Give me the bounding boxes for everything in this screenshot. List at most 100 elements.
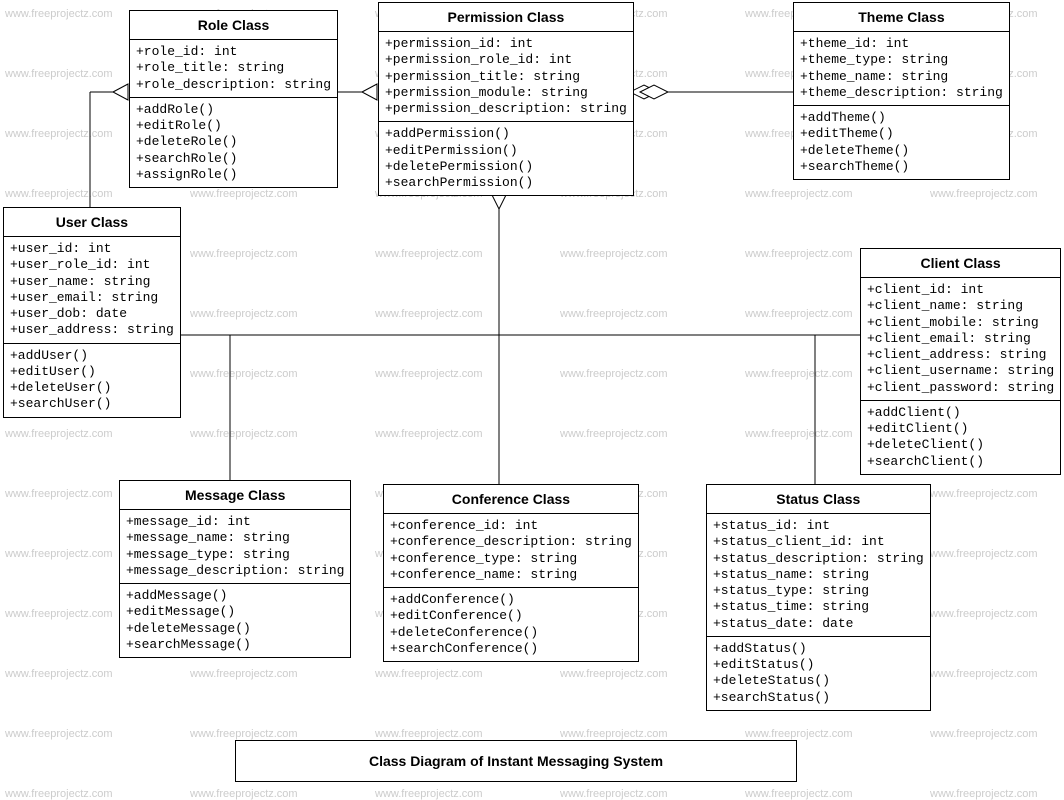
class-line: +message_name: string bbox=[126, 530, 344, 546]
watermark: www.freeprojectz.com bbox=[745, 188, 853, 200]
class-attrs: +role_id: int+role_title: string+role_de… bbox=[130, 40, 337, 98]
class-line: +status_client_id: int bbox=[713, 534, 924, 550]
watermark: www.freeprojectz.com bbox=[5, 128, 113, 140]
watermark: www.freeprojectz.com bbox=[745, 248, 853, 260]
class-conference: Conference Class +conference_id: int+con… bbox=[383, 484, 639, 662]
class-line: +client_address: string bbox=[867, 347, 1054, 363]
class-ops: +addTheme()+editTheme()+deleteTheme()+se… bbox=[794, 106, 1009, 179]
watermark: www.freeprojectz.com bbox=[745, 308, 853, 320]
class-line: +message_type: string bbox=[126, 547, 344, 563]
class-line: +searchMessage() bbox=[126, 637, 344, 653]
watermark: www.freeprojectz.com bbox=[190, 668, 298, 680]
class-attrs: +permission_id: int+permission_role_id: … bbox=[379, 32, 633, 122]
watermark: www.freeprojectz.com bbox=[375, 728, 483, 740]
class-attrs: +user_id: int+user_role_id: int+user_nam… bbox=[4, 237, 180, 344]
class-line: +deleteClient() bbox=[867, 437, 1054, 453]
class-ops: +addConference()+editConference()+delete… bbox=[384, 588, 638, 661]
diagram-title: Class Diagram of Instant Messaging Syste… bbox=[235, 740, 797, 782]
class-line: +role_title: string bbox=[136, 60, 331, 76]
watermark: www.freeprojectz.com bbox=[5, 668, 113, 680]
watermark: www.freeprojectz.com bbox=[930, 488, 1038, 500]
watermark: www.freeprojectz.com bbox=[375, 668, 483, 680]
watermark: www.freeprojectz.com bbox=[560, 788, 668, 800]
watermark: www.freeprojectz.com bbox=[930, 608, 1038, 620]
class-attrs: +conference_id: int+conference_descripti… bbox=[384, 514, 638, 588]
watermark: www.freeprojectz.com bbox=[375, 308, 483, 320]
class-message: Message Class +message_id: int+message_n… bbox=[119, 480, 351, 658]
watermark: www.freeprojectz.com bbox=[375, 368, 483, 380]
class-line: +deleteConference() bbox=[390, 625, 632, 641]
class-line: +searchTheme() bbox=[800, 159, 1003, 175]
class-line: +status_type: string bbox=[713, 583, 924, 599]
class-ops: +addPermission()+editPermission()+delete… bbox=[379, 122, 633, 195]
watermark: www.freeprojectz.com bbox=[5, 188, 113, 200]
class-title: Conference Class bbox=[384, 485, 638, 514]
class-line: +permission_description: string bbox=[385, 101, 627, 117]
watermark: www.freeprojectz.com bbox=[745, 428, 853, 440]
class-line: +deleteStatus() bbox=[713, 673, 924, 689]
watermark: www.freeprojectz.com bbox=[560, 668, 668, 680]
class-theme: Theme Class +theme_id: int+theme_type: s… bbox=[793, 2, 1010, 180]
class-ops: +addStatus()+editStatus()+deleteStatus()… bbox=[707, 637, 930, 710]
class-line: +status_id: int bbox=[713, 518, 924, 534]
class-line: +editStatus() bbox=[713, 657, 924, 673]
class-line: +deleteMessage() bbox=[126, 621, 344, 637]
watermark: www.freeprojectz.com bbox=[5, 728, 113, 740]
class-line: +deleteUser() bbox=[10, 380, 174, 396]
watermark: www.freeprojectz.com bbox=[560, 728, 668, 740]
watermark: www.freeprojectz.com bbox=[5, 488, 113, 500]
class-line: +role_description: string bbox=[136, 77, 331, 93]
watermark: www.freeprojectz.com bbox=[930, 548, 1038, 560]
class-ops: +addClient()+editClient()+deleteClient()… bbox=[861, 401, 1060, 474]
watermark: www.freeprojectz.com bbox=[375, 788, 483, 800]
class-line: +addTheme() bbox=[800, 110, 1003, 126]
watermark: www.freeprojectz.com bbox=[190, 248, 298, 260]
watermark: www.freeprojectz.com bbox=[190, 308, 298, 320]
class-line: +editClient() bbox=[867, 421, 1054, 437]
class-line: +editConference() bbox=[390, 608, 632, 624]
watermark: www.freeprojectz.com bbox=[560, 368, 668, 380]
class-line: +status_name: string bbox=[713, 567, 924, 583]
class-line: +permission_role_id: int bbox=[385, 52, 627, 68]
class-line: +addConference() bbox=[390, 592, 632, 608]
class-line: +client_username: string bbox=[867, 363, 1054, 379]
class-line: +addRole() bbox=[136, 102, 331, 118]
class-line: +deleteRole() bbox=[136, 134, 331, 150]
class-title: User Class bbox=[4, 208, 180, 237]
class-line: +conference_description: string bbox=[390, 534, 632, 550]
class-ops: +addMessage()+editMessage()+deleteMessag… bbox=[120, 584, 350, 657]
class-title: Status Class bbox=[707, 485, 930, 514]
watermark: www.freeprojectz.com bbox=[930, 728, 1038, 740]
class-line: +user_role_id: int bbox=[10, 257, 174, 273]
watermark: www.freeprojectz.com bbox=[190, 728, 298, 740]
class-line: +searchUser() bbox=[10, 396, 174, 412]
class-user: User Class +user_id: int+user_role_id: i… bbox=[3, 207, 181, 418]
class-line: +theme_type: string bbox=[800, 52, 1003, 68]
watermark: www.freeprojectz.com bbox=[560, 308, 668, 320]
watermark: www.freeprojectz.com bbox=[5, 68, 113, 80]
class-line: +client_name: string bbox=[867, 298, 1054, 314]
class-line: +addUser() bbox=[10, 348, 174, 364]
class-line: +assignRole() bbox=[136, 167, 331, 183]
class-line: +editRole() bbox=[136, 118, 331, 134]
class-client: Client Class +client_id: int+client_name… bbox=[860, 248, 1061, 475]
class-line: +status_date: date bbox=[713, 616, 924, 632]
class-line: +theme_name: string bbox=[800, 69, 1003, 85]
class-line: +user_address: string bbox=[10, 322, 174, 338]
class-line: +searchClient() bbox=[867, 454, 1054, 470]
class-ops: +addRole()+editRole()+deleteRole()+searc… bbox=[130, 98, 337, 187]
class-line: +status_description: string bbox=[713, 551, 924, 567]
watermark: www.freeprojectz.com bbox=[190, 368, 298, 380]
class-line: +client_email: string bbox=[867, 331, 1054, 347]
class-title: Permission Class bbox=[379, 3, 633, 32]
class-line: +status_time: string bbox=[713, 599, 924, 615]
watermark: www.freeprojectz.com bbox=[5, 608, 113, 620]
watermark: www.freeprojectz.com bbox=[745, 788, 853, 800]
class-line: +addClient() bbox=[867, 405, 1054, 421]
class-line: +searchPermission() bbox=[385, 175, 627, 191]
watermark: www.freeprojectz.com bbox=[745, 368, 853, 380]
watermark: www.freeprojectz.com bbox=[930, 668, 1038, 680]
class-line: +message_description: string bbox=[126, 563, 344, 579]
class-attrs: +theme_id: int+theme_type: string+theme_… bbox=[794, 32, 1009, 106]
watermark: www.freeprojectz.com bbox=[745, 728, 853, 740]
